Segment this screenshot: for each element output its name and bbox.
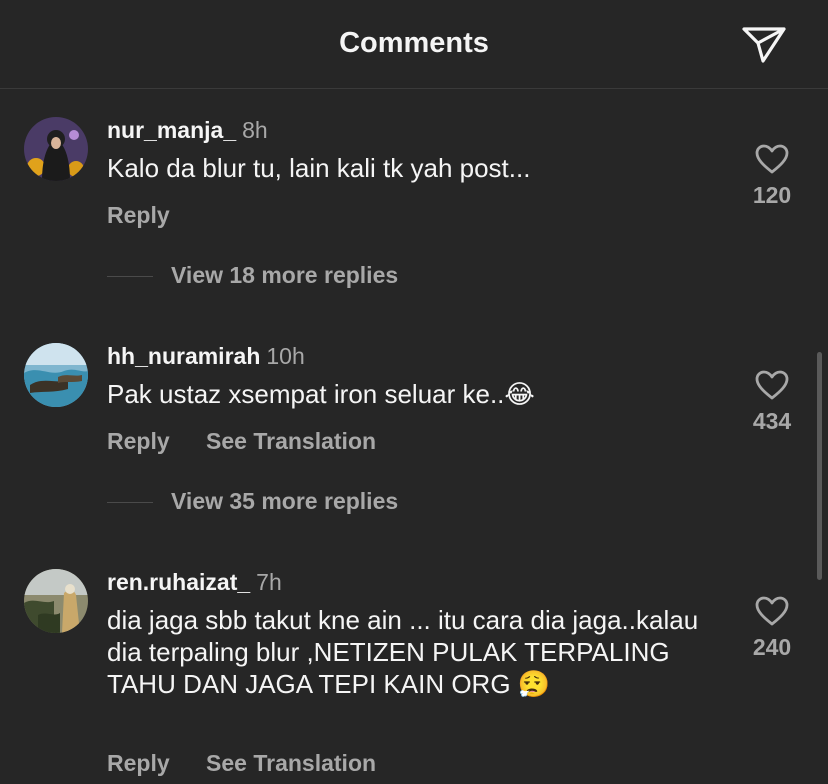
username[interactable]: ren.ruhaizat_ (107, 569, 250, 595)
heart-outline-icon (755, 596, 789, 626)
like-count: 240 (752, 634, 792, 660)
comment-text: dia jaga sbb takut kne ain ... itu cara … (107, 605, 699, 699)
like-count: 120 (752, 182, 792, 208)
reply-button[interactable]: Reply (107, 428, 170, 454)
reply-button[interactable]: Reply (107, 750, 170, 776)
like-count: 434 (752, 408, 792, 434)
avatar[interactable] (24, 569, 88, 633)
timestamp: 10h (266, 343, 305, 369)
replies-divider (107, 502, 153, 503)
comment-text: Pak ustaz xsempat iron seluar ke..😂 (107, 379, 535, 409)
like-button[interactable]: 120 (742, 144, 802, 209)
like-button[interactable]: 240 (742, 596, 802, 661)
timestamp: 7h (256, 569, 282, 595)
like-button[interactable]: 434 (742, 370, 802, 435)
comment-meta: nur_manja_ 8h (107, 117, 268, 144)
header: Comments (0, 0, 828, 89)
timestamp: 8h (242, 117, 268, 143)
scrollbar[interactable] (817, 352, 822, 580)
comment-actions: Reply See Translation (107, 428, 406, 455)
avatar[interactable] (24, 117, 88, 181)
username[interactable]: nur_manja_ (107, 117, 236, 143)
heart-outline-icon (755, 144, 789, 174)
comment-actions: Reply (107, 202, 200, 229)
comments-screen: Comments nur_manja_ 8h Kalo da blur tu, l… (0, 0, 828, 784)
view-replies-label: View 18 more replies (171, 262, 399, 288)
replies-divider (107, 276, 153, 277)
username[interactable]: hh_nuramirah (107, 343, 260, 369)
view-replies-label: View 35 more replies (171, 488, 399, 514)
heart-outline-icon (755, 370, 789, 400)
see-translation-button[interactable]: See Translation (206, 428, 376, 454)
paper-plane-icon[interactable] (740, 24, 788, 64)
avatar[interactable] (24, 343, 88, 407)
see-translation-button[interactable]: See Translation (206, 750, 376, 776)
comment-meta: ren.ruhaizat_ 7h (107, 569, 282, 596)
reply-button[interactable]: Reply (107, 202, 170, 228)
comment-text: Kalo da blur tu, lain kali tk yah post..… (107, 153, 531, 183)
page-title: Comments (339, 27, 489, 59)
comment-meta: hh_nuramirah 10h (107, 343, 305, 370)
comment-actions: Reply See Translation (107, 750, 406, 777)
